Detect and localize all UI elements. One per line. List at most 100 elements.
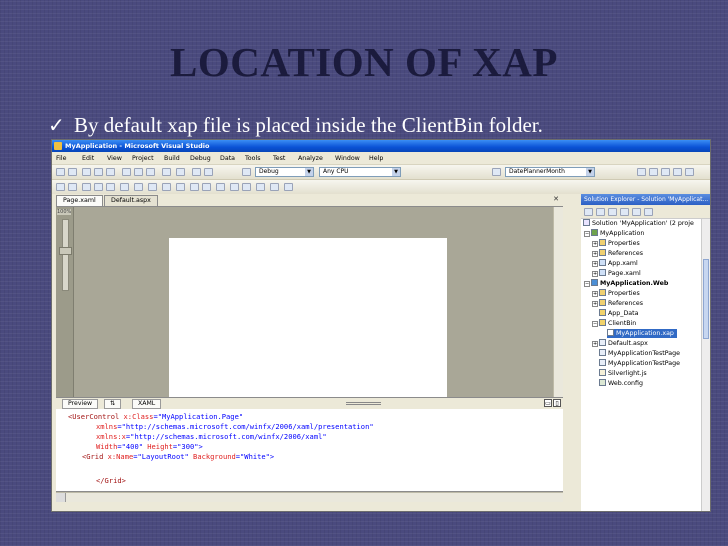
object-browser-icon[interactable] — [661, 168, 670, 176]
splitter-grip[interactable] — [346, 402, 381, 405]
tab-page-xaml[interactable]: Page.xaml — [56, 195, 103, 206]
vertical-split-icon[interactable]: ▯ — [553, 399, 561, 407]
format-icon[interactable] — [230, 183, 239, 191]
view-code-icon[interactable] — [620, 208, 629, 216]
add-item-icon[interactable] — [68, 168, 77, 176]
comment-icon[interactable] — [148, 183, 157, 191]
expand-icon[interactable]: + — [592, 301, 598, 307]
size-icon[interactable] — [270, 183, 279, 191]
tree-node-app-xaml[interactable]: App.xaml — [599, 259, 638, 268]
xaml-code-editor[interactable]: <UserControl x:Class="MyApplication.Page… — [56, 409, 563, 492]
tree-node-clientbin[interactable]: ClientBin — [599, 319, 636, 328]
code-horizontal-scrollbar[interactable] — [56, 492, 563, 502]
tree-node-web-references[interactable]: References — [599, 299, 643, 308]
redo-icon[interactable] — [176, 168, 185, 176]
swap-panes-button[interactable]: ⇅ — [104, 399, 122, 409]
find-in-files-icon[interactable] — [492, 168, 501, 176]
collapse-icon[interactable]: − — [584, 281, 590, 287]
toolbox-icon[interactable] — [673, 168, 682, 176]
prev-bookmark-icon[interactable] — [190, 183, 199, 191]
open-icon[interactable] — [82, 168, 91, 176]
tab-preview[interactable]: Preview — [62, 399, 99, 409]
tree-node-page-xaml[interactable]: Page.xaml — [599, 269, 641, 278]
navigate-back-icon[interactable] — [192, 168, 201, 176]
new-project-icon[interactable] — [56, 168, 65, 176]
menu-tools[interactable]: Tools — [245, 155, 261, 162]
cut-icon[interactable] — [122, 168, 131, 176]
collapse-icon[interactable]: − — [584, 231, 590, 237]
indent-icon[interactable] — [106, 183, 115, 191]
tree-node-default-aspx[interactable]: Default.aspx — [599, 339, 648, 348]
designer-scrollbar[interactable] — [553, 207, 563, 397]
expand-icon[interactable]: + — [592, 341, 598, 347]
menu-project[interactable]: Project — [132, 155, 154, 162]
collapse-icon[interactable]: − — [592, 321, 598, 327]
xaml-design-surface[interactable]: 100% — [56, 207, 563, 407]
tab-xaml[interactable]: XAML — [132, 399, 162, 409]
properties-window-icon[interactable] — [649, 168, 658, 176]
menu-debug[interactable]: Debug — [190, 155, 211, 162]
next-bookmark-icon[interactable] — [202, 183, 211, 191]
spacing-icon[interactable] — [284, 183, 293, 191]
tree-node-xap-file[interactable]: MyApplication.xap — [607, 329, 677, 338]
order-icon[interactable] — [256, 183, 265, 191]
horizontal-split-icon[interactable]: ▭ — [544, 399, 552, 407]
outdent-icon[interactable] — [120, 183, 129, 191]
menu-analyze[interactable]: Analyze — [298, 155, 323, 162]
tree-node-web-config[interactable]: Web.config — [599, 379, 643, 388]
bold-icon[interactable] — [134, 183, 143, 191]
navigate-forward-icon[interactable] — [204, 168, 213, 176]
expand-icon[interactable]: + — [592, 291, 598, 297]
tab-default-aspx[interactable]: Default.aspx — [104, 195, 158, 206]
bookmark-icon[interactable] — [176, 183, 185, 191]
start-debug-icon[interactable] — [242, 168, 251, 176]
find-combo[interactable]: DatePlannerMonth ▼ — [505, 167, 595, 177]
expand-icon[interactable]: + — [592, 271, 598, 277]
align-right-icon[interactable] — [82, 183, 91, 191]
tree-node-testpage-aspx[interactable]: MyApplicationTestPage — [599, 349, 680, 358]
menu-test[interactable]: Test — [273, 155, 285, 162]
menu-data[interactable]: Data — [220, 155, 235, 162]
expand-icon[interactable]: + — [592, 251, 598, 257]
tree-node-properties[interactable]: Properties — [599, 239, 640, 248]
scroll-thumb[interactable] — [703, 259, 709, 339]
paste-icon[interactable] — [146, 168, 155, 176]
start-page-icon[interactable] — [685, 168, 694, 176]
class-diagram-icon[interactable] — [644, 208, 653, 216]
align-center-icon[interactable] — [68, 183, 77, 191]
undo-icon[interactable] — [162, 168, 171, 176]
expand-icon[interactable]: + — [592, 241, 598, 247]
view-designer-icon[interactable] — [632, 208, 641, 216]
zoom-slider-track[interactable] — [62, 219, 69, 291]
menu-file[interactable]: File — [56, 155, 67, 162]
save-icon[interactable] — [94, 168, 103, 176]
tree-node-solution[interactable]: Solution 'MyApplication' (2 proje — [583, 219, 694, 228]
menu-edit[interactable]: Edit — [82, 155, 94, 162]
save-all-icon[interactable] — [106, 168, 115, 176]
layout-root-canvas[interactable] — [169, 238, 447, 407]
clear-bookmarks-icon[interactable] — [216, 183, 225, 191]
properties-icon[interactable] — [584, 208, 593, 216]
uncomment-icon[interactable] — [162, 183, 171, 191]
menu-help[interactable]: Help — [369, 155, 383, 162]
align-top-icon[interactable] — [94, 183, 103, 191]
show-all-files-icon[interactable] — [596, 208, 605, 216]
layout-icon[interactable] — [242, 183, 251, 191]
tree-node-silverlight-js[interactable]: Silverlight.js — [599, 369, 647, 378]
zoom-slider-thumb[interactable] — [59, 247, 72, 255]
tree-node-testpage-html[interactable]: MyApplicationTestPage — [599, 359, 680, 368]
menu-build[interactable]: Build — [164, 155, 180, 162]
copy-icon[interactable] — [134, 168, 143, 176]
solution-config-select[interactable]: Debug ▼ — [255, 167, 314, 177]
align-left-icon[interactable] — [56, 183, 65, 191]
solution-platform-select[interactable]: Any CPU ▼ — [319, 167, 401, 177]
expand-icon[interactable]: + — [592, 261, 598, 267]
tree-node-web-project[interactable]: MyApplication.Web — [591, 279, 668, 288]
tree-node-myapplication[interactable]: MyApplication — [591, 229, 644, 238]
menu-window[interactable]: Window — [335, 155, 360, 162]
solution-explorer-icon[interactable] — [637, 168, 646, 176]
tree-node-app-data[interactable]: App_Data — [599, 309, 639, 318]
tree-node-references[interactable]: References — [599, 249, 643, 258]
solution-explorer-scrollbar[interactable] — [701, 219, 710, 511]
tree-node-web-properties[interactable]: Properties — [599, 289, 640, 298]
